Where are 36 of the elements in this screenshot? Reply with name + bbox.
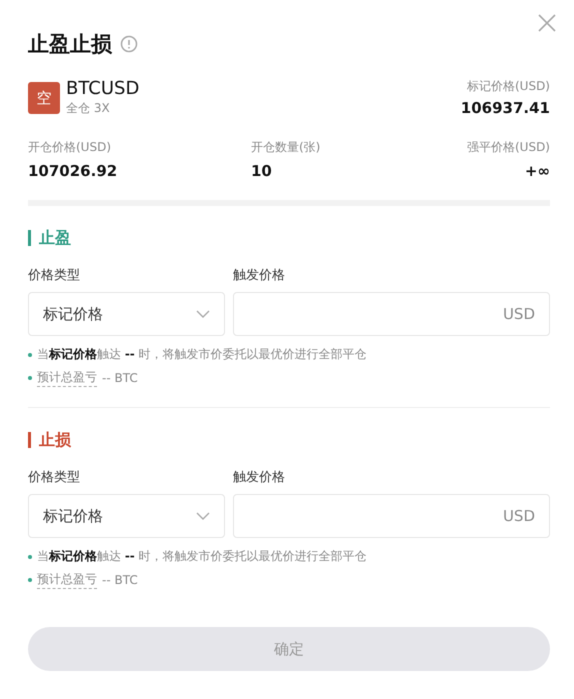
stat-label: 强平价格(USD)	[466, 139, 550, 156]
info-icon[interactable]	[120, 35, 138, 53]
side-badge: 空	[28, 82, 60, 114]
dialog-title: 止盈止损	[28, 31, 112, 58]
margin-mode: 全仓 3X	[66, 100, 111, 117]
trigger-price-field[interactable]: USD	[233, 494, 550, 538]
close-icon[interactable]	[538, 14, 556, 32]
price-type-select[interactable]: 标记价格	[28, 494, 225, 538]
stat-value: 107026.92	[28, 162, 118, 180]
field-label: 触发价格	[233, 267, 286, 284]
estimate-label[interactable]: 预计总盈亏	[37, 571, 97, 589]
estimate-value: -- BTC	[102, 371, 138, 385]
bullet-icon	[28, 578, 32, 582]
stat-value: 10	[251, 162, 272, 180]
bullet-icon	[28, 376, 32, 380]
field-label: 触发价格	[233, 469, 286, 486]
stat-label: 开仓价格(USD)	[28, 139, 112, 156]
bullet-icon	[28, 352, 32, 356]
symbol-text: BTCUSD	[66, 78, 140, 100]
field-label: 价格类型	[28, 469, 81, 486]
bullet-icon	[28, 554, 32, 558]
stat-label: 开仓数量(张)	[251, 139, 320, 156]
field-label: 价格类型	[28, 267, 81, 284]
chevron-down-icon	[196, 310, 210, 318]
stat-value: 106937.41	[460, 99, 550, 117]
estimate-value: -- BTC	[102, 573, 138, 587]
trigger-price-field[interactable]: USD	[233, 292, 550, 336]
estimate-label[interactable]: 预计总盈亏	[37, 369, 97, 387]
price-type-select[interactable]: 标记价格	[28, 292, 225, 336]
hint-text: 当标记价格触达 -- 时，将触发市价委托以最优价进行全部平仓	[37, 548, 367, 565]
stat-value: +∞	[524, 162, 550, 180]
stat-label: 标记价格(USD)	[466, 78, 550, 95]
section-title: 止损	[28, 432, 550, 448]
chevron-down-icon	[196, 512, 210, 520]
hint-text: 当标记价格触达 -- 时，将触发市价委托以最优价进行全部平仓	[37, 346, 367, 363]
section-title: 止盈	[28, 230, 550, 246]
